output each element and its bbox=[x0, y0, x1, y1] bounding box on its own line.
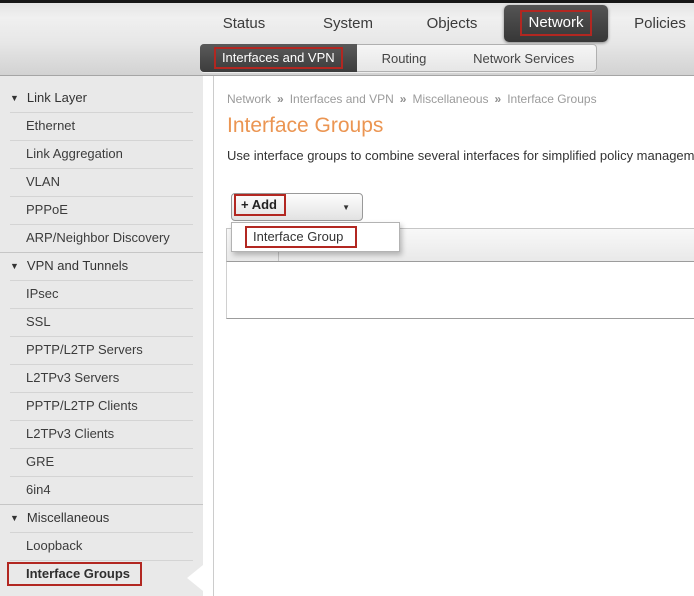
tab-interfaces-and-vpn[interactable]: Interfaces and VPN bbox=[200, 44, 357, 72]
triangle-down-icon: ▼ bbox=[10, 504, 19, 532]
app-window: StatusSystemObjects Network Policies Inter… bbox=[0, 0, 694, 596]
panel-left-border bbox=[213, 76, 214, 596]
breadcrumb-miscellaneous[interactable]: Miscellaneous bbox=[412, 92, 488, 106]
annotation-box: Interfaces and VPN bbox=[214, 47, 343, 69]
nav-item-policies[interactable]: Policies bbox=[608, 4, 694, 42]
sidebar-section-miscellaneous[interactable]: ▼ Miscellaneous bbox=[0, 504, 203, 532]
table-empty-body bbox=[226, 262, 694, 319]
page-description: Use interface groups to combine several … bbox=[227, 148, 694, 163]
tab-routing[interactable]: Routing bbox=[357, 45, 452, 71]
sidebar-item-vlan[interactable]: VLAN bbox=[0, 168, 203, 196]
breadcrumb: Network » Interfaces and VPN » Miscellaneous… bbox=[227, 92, 597, 106]
nav-item-status[interactable]: Status bbox=[192, 4, 296, 42]
sidebar-item-interface-groups[interactable]: Interface Groups bbox=[0, 560, 203, 588]
nav-item-system[interactable]: System bbox=[296, 4, 400, 42]
breadcrumb-separator: » bbox=[277, 92, 284, 106]
sidebar-item-ipsec[interactable]: IPsec bbox=[0, 280, 203, 308]
sidebar-section-label: VPN and Tunnels bbox=[27, 258, 128, 273]
sidebar-item-ssl[interactable]: SSL bbox=[0, 308, 203, 336]
topnav: StatusSystemObjects Network Policies bbox=[192, 4, 694, 42]
sidebar-item-gre[interactable]: GRE bbox=[0, 448, 203, 476]
selected-item-arrow-icon bbox=[187, 565, 203, 591]
breadcrumb-interface-groups[interactable]: Interface Groups bbox=[507, 92, 596, 106]
sidebar-item-pppoe[interactable]: PPPoE bbox=[0, 196, 203, 224]
annotation-box: Interface Groups bbox=[7, 562, 142, 586]
subnav: Interfaces and VPN RoutingNetwork Service… bbox=[200, 44, 597, 72]
triangle-down-icon: ▼ bbox=[10, 252, 19, 280]
add-button[interactable]: + Add ▼ bbox=[231, 193, 363, 221]
page-title: Interface Groups bbox=[227, 114, 383, 138]
nav-item-objects[interactable]: Objects bbox=[400, 4, 504, 42]
add-button-label: + Add bbox=[234, 194, 286, 216]
nav-item-network[interactable]: Network bbox=[504, 5, 608, 42]
sidebar-section-label: Miscellaneous bbox=[27, 510, 109, 525]
sidebar-item-l2tpv3-clients[interactable]: L2TPv3 Clients bbox=[0, 420, 203, 448]
sidebar-section-vpn-and-tunnels[interactable]: ▼ VPN and Tunnels bbox=[0, 252, 203, 280]
sidebar-item-arp-neighbor-discovery[interactable]: ARP/Neighbor Discovery bbox=[0, 224, 203, 252]
breadcrumb-interfaces-and-vpn[interactable]: Interfaces and VPN bbox=[290, 92, 394, 106]
sidebar-item-l2tpv3-servers[interactable]: L2TPv3 Servers bbox=[0, 364, 203, 392]
sidebar-item-pptp-l2tp-clients[interactable]: PPTP/L2TP Clients bbox=[0, 392, 203, 420]
triangle-down-icon: ▼ bbox=[10, 84, 19, 112]
tab-network-services[interactable]: Network Services bbox=[451, 45, 596, 71]
sidebar: ▼Link LayerEthernetLink AggregationVLANP… bbox=[0, 76, 203, 596]
breadcrumb-separator: » bbox=[495, 92, 502, 106]
add-dropdown-menu: Interface Group bbox=[231, 222, 400, 252]
annotation-box: Interface Group bbox=[245, 226, 357, 248]
main-panel: Network » Interfaces and VPN » Miscellaneous… bbox=[203, 76, 694, 596]
annotation-box: Network bbox=[520, 10, 591, 36]
sidebar-item-loopback[interactable]: Loopback bbox=[0, 532, 203, 560]
sidebar-section-label: Link Layer bbox=[27, 90, 87, 105]
chevron-down-icon: ▼ bbox=[342, 204, 350, 212]
sidebar-section-link-layer[interactable]: ▼ Link Layer bbox=[0, 84, 203, 112]
dropdown-item-interface-group[interactable]: Interface Group bbox=[232, 223, 399, 251]
sidebar-item-link-aggregation[interactable]: Link Aggregation bbox=[0, 140, 203, 168]
sidebar-item-ethernet[interactable]: Ethernet bbox=[0, 112, 203, 140]
breadcrumb-separator: » bbox=[400, 92, 407, 106]
sidebar-item-6in4[interactable]: 6in4 bbox=[0, 476, 203, 504]
sidebar-item-pptp-l2tp-servers[interactable]: PPTP/L2TP Servers bbox=[0, 336, 203, 364]
breadcrumb-network[interactable]: Network bbox=[227, 92, 271, 106]
